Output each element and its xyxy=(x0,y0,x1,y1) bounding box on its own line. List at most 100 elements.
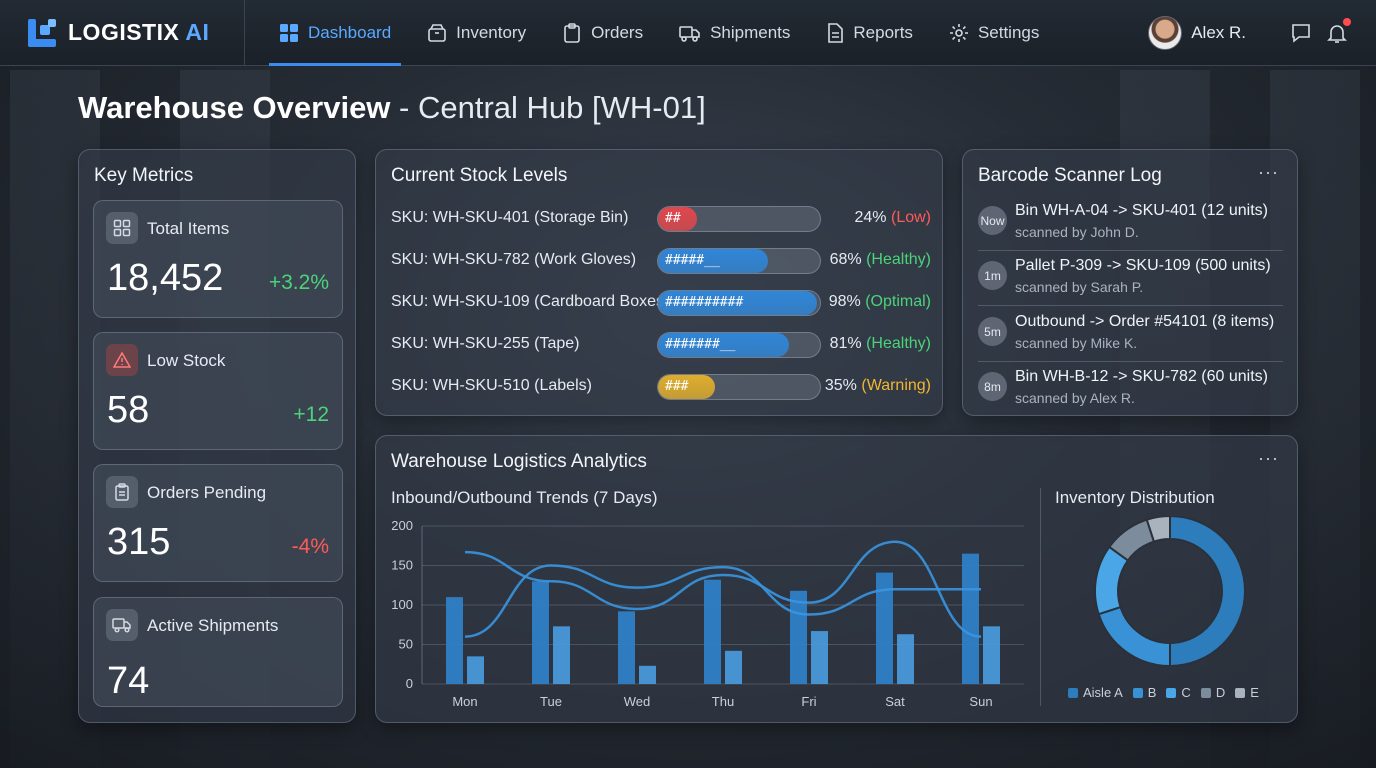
metric-label: Total Items xyxy=(147,219,230,238)
y-tick-label: 150 xyxy=(391,558,413,573)
stock-row[interactable]: SKU: WH-SKU-255 (Tape) #######__ 81% (He… xyxy=(391,332,931,358)
stock-progress-bar: ### xyxy=(657,374,821,400)
more-options-button[interactable]: ··· xyxy=(1258,448,1279,469)
y-tick-label: 50 xyxy=(399,637,413,652)
stock-levels-panel: Current Stock Levels SKU: WH-SKU-401 (St… xyxy=(375,149,943,416)
scan-time-badge: 1m xyxy=(978,261,1007,290)
nav-orders[interactable]: Orders xyxy=(552,0,653,66)
scan-log-entry[interactable]: 1m Pallet P-309 -> SKU-109 (500 units) s… xyxy=(978,254,1283,306)
key-metrics-panel: Key Metrics Total Items 18,452 +3.2% Low… xyxy=(78,149,356,723)
stock-progress-bar: #####__ xyxy=(657,248,821,274)
x-tick-label: Fri xyxy=(801,694,816,709)
page-title: Warehouse Overview - Central Hub [WH-01] xyxy=(78,90,706,125)
legend-item: D xyxy=(1200,685,1225,700)
stock-percent: 35% (Warning) xyxy=(824,377,931,394)
nav-label: Reports xyxy=(853,22,913,42)
stock-percent: 24% (Low) xyxy=(854,209,932,226)
stock-sku-label: SKU: WH-SKU-255 (Tape) xyxy=(391,335,580,352)
bar xyxy=(467,656,484,684)
nav-dashboard[interactable]: Dashboard xyxy=(269,0,402,66)
brand-name: LOGISTIX AI xyxy=(68,19,210,45)
stock-row[interactable]: SKU: WH-SKU-782 (Work Gloves) #####__ 68… xyxy=(391,248,931,274)
nav-reports[interactable]: Reports xyxy=(816,0,923,66)
stock-sku-label: SKU: WH-SKU-510 (Labels) xyxy=(391,377,592,394)
metric-active-shipments[interactable]: Active Shipments 74 xyxy=(93,597,343,707)
user-name[interactable]: Alex R. xyxy=(1191,23,1246,43)
y-tick-label: 100 xyxy=(391,597,413,612)
messages-button[interactable] xyxy=(1290,22,1312,44)
top-navigation-bar: LOGISTIX AI Dashboard Inventory Orders Sh… xyxy=(0,0,1376,66)
metric-low-stock[interactable]: Low Stock 58 +12 xyxy=(93,332,343,450)
legend-swatch xyxy=(1132,687,1143,698)
stock-sku-label: SKU: WH-SKU-109 (Cardboard Boxes) xyxy=(391,293,670,310)
donut-slice xyxy=(1169,516,1246,668)
legend-swatch xyxy=(1200,687,1211,698)
metric-value: 315 xyxy=(107,521,171,563)
scan-user: scanned by Alex R. xyxy=(1015,390,1135,406)
legend-item: B xyxy=(1132,685,1157,700)
scan-text: Bin WH-A-04 -> SKU-401 (12 units) xyxy=(1015,202,1268,219)
nav-label: Settings xyxy=(977,22,1040,42)
more-options-button[interactable]: ··· xyxy=(1258,162,1279,183)
grid-icon xyxy=(280,23,298,42)
scan-log-entry[interactable]: 5m Outbound -> Order #54101 (8 items) sc… xyxy=(978,310,1283,362)
bar xyxy=(962,553,979,684)
y-tick-label: 0 xyxy=(406,676,413,691)
x-tick-label: Sat xyxy=(885,694,905,709)
bar xyxy=(618,611,635,684)
bar xyxy=(790,590,807,684)
metric-total-items[interactable]: Total Items 18,452 +3.2% xyxy=(93,200,343,318)
x-tick-label: Mon xyxy=(452,694,477,709)
scan-log-entry[interactable]: 8m Bin WH-B-12 -> SKU-782 (60 units) sca… xyxy=(978,365,1283,417)
scan-time-badge: 8m xyxy=(978,372,1007,401)
scan-time-badge: Now xyxy=(978,206,1007,235)
bar xyxy=(639,665,656,684)
bar xyxy=(725,650,742,684)
metric-value: 74 xyxy=(107,660,150,702)
stock-percent: 98% (Optimal) xyxy=(828,293,931,310)
nav-settings[interactable]: Settings xyxy=(939,0,1049,66)
gear-icon xyxy=(949,23,968,42)
brand-logo[interactable]: LOGISTIX AI xyxy=(0,0,245,66)
stock-bar-text: #######__ xyxy=(665,337,736,352)
metric-delta: +12 xyxy=(293,403,329,426)
metric-orders-pending[interactable]: Orders Pending 315 -4% xyxy=(93,464,343,582)
nav-shipments[interactable]: Shipments xyxy=(669,0,800,66)
bar xyxy=(811,631,828,684)
stock-row[interactable]: SKU: WH-SKU-109 (Cardboard Boxes) ######… xyxy=(391,290,931,316)
stock-row[interactable]: SKU: WH-SKU-510 (Labels) ### 35% (Warnin… xyxy=(391,374,931,400)
notifications-button[interactable] xyxy=(1326,18,1351,44)
stock-status: (Healthy) xyxy=(866,335,931,352)
stock-status: (Warning) xyxy=(861,377,931,394)
nav-inventory[interactable]: Inventory xyxy=(417,0,536,66)
bar xyxy=(532,581,549,684)
scan-user: scanned by Mike K. xyxy=(1015,335,1138,351)
stock-status: (Healthy) xyxy=(866,251,931,268)
legend-swatch xyxy=(1235,687,1246,698)
stock-percent: 68% (Healthy) xyxy=(829,251,931,268)
x-tick-label: Thu xyxy=(712,694,734,709)
legend-label: C xyxy=(1181,685,1191,700)
stock-sku-label: SKU: WH-SKU-401 (Storage Bin) xyxy=(391,209,629,226)
avatar[interactable] xyxy=(1148,16,1183,50)
distribution-donut-chart xyxy=(1094,516,1246,668)
panel-title: Warehouse Logistics Analytics xyxy=(391,451,647,472)
legend-label: Aisle A xyxy=(1083,685,1123,700)
scan-log-entry[interactable]: Now Bin WH-A-04 -> SKU-401 (12 units) sc… xyxy=(978,199,1283,251)
panel-title: Barcode Scanner Log xyxy=(978,165,1162,186)
x-tick-label: Tue xyxy=(540,694,562,709)
metric-label: Low Stock xyxy=(147,351,226,370)
notification-dot xyxy=(1343,18,1351,26)
legend-label: B xyxy=(1147,685,1157,700)
trends-chart-title: Inbound/Outbound Trends (7 Days) xyxy=(391,488,658,507)
document-icon xyxy=(828,22,844,43)
stock-bar-text: ########## xyxy=(665,295,744,310)
y-tick-label: 200 xyxy=(391,518,413,533)
metric-delta: +3.2% xyxy=(268,271,329,294)
distribution-chart-title: Inventory Distribution xyxy=(1055,488,1215,507)
metric-icon-container xyxy=(106,344,138,376)
stock-row[interactable]: SKU: WH-SKU-401 (Storage Bin) ## 24% (Lo… xyxy=(391,206,931,232)
legend-swatch xyxy=(1166,687,1177,698)
metric-value: 18,452 xyxy=(107,257,224,299)
main-nav: Dashboard Inventory Orders Shipments Rep… xyxy=(269,0,1065,66)
